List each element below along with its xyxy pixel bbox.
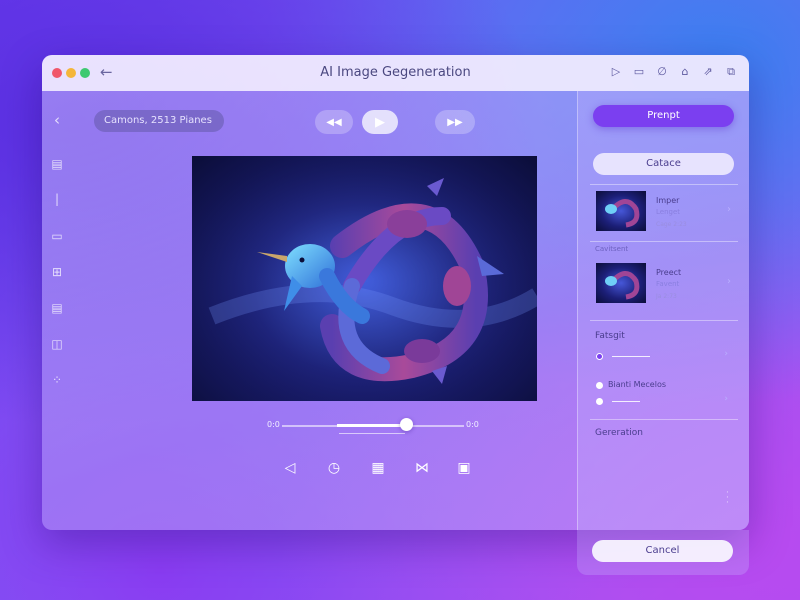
briefcase-icon[interactable]: ▭ [50,229,64,243]
option-slider[interactable] [612,401,640,402]
clock-icon[interactable]: ◷ [324,458,344,478]
result-card[interactable]: Imper Lenget Cage 2:23 › [593,186,734,236]
image-icon[interactable]: ◫ [50,337,64,351]
image-preview[interactable] [192,156,537,401]
export-icon[interactable]: ⧉ [725,65,737,79]
prompt-button[interactable]: Prenpt [593,105,734,127]
card-thumbnail [596,191,646,231]
generation-label: Gereration [595,428,644,438]
triangle-pointer-icon[interactable]: ◁ [280,458,300,478]
card-title: Preect [656,268,682,277]
option-radio[interactable] [596,382,603,389]
catalogue-button[interactable]: Catace [593,153,734,175]
timeline-scrubber[interactable] [400,418,413,431]
grid-tiles-icon[interactable]: ▦ [368,458,388,478]
share-icon[interactable]: ⇗ [702,65,714,79]
frame-icon[interactable]: ▣ [454,458,474,478]
more-dots-icon[interactable]: · · · [726,489,729,508]
chevron-right-icon[interactable]: › [724,349,728,359]
dots-grid-icon[interactable]: ⁘ [50,373,64,387]
play-outline-icon[interactable]: ▷ [610,65,622,79]
play-icon: ▶ [375,114,385,130]
paperclip-icon[interactable]: ∅ [656,65,668,79]
left-sidebar: ‹ ▤ | ▭ ⊞ ▤ ◫ ⁘ [42,91,72,530]
card-meta: Cage 2:23 [656,221,687,228]
page-icon[interactable]: ▤ [50,301,64,315]
chevron-right-icon[interactable]: › [727,204,731,215]
pen-icon[interactable]: | [50,192,64,206]
home-icon[interactable]: ⌂ [679,65,691,79]
rewind-button[interactable]: ◀◀ [315,110,353,134]
rewind-icon: ◀◀ [326,116,342,128]
option-label: Bianti Mecelos [608,380,667,389]
title-bar: ← AI Image Gegeneration ▷ ▭ ∅ ⌂ ⇗ ⧉ [42,55,749,91]
card-subtitle: Lenget [656,208,681,216]
selection-label[interactable]: Camons, 2513 Pianes [94,110,224,132]
timeline-underline [339,433,405,434]
clipboard-icon[interactable]: ▭ [633,65,645,79]
option-slider[interactable] [612,356,650,357]
card-thumbnail [596,263,646,303]
fast-forward-button[interactable]: ▶▶ [435,110,475,134]
toolbar-icons: ▷ ▭ ∅ ⌂ ⇗ ⧉ [610,65,737,79]
settings-label: Fatsgit [595,331,625,341]
result-card[interactable]: Preect Favent Ja 2:73 › [593,258,734,308]
time-start-label: 0:0 [267,420,280,429]
grid-icon[interactable]: ⊞ [50,265,64,279]
option-radio[interactable] [596,398,603,405]
fast-forward-icon: ▶▶ [447,116,463,128]
card-title: Imper [656,196,680,205]
right-panel: Prenpt Catace Imper Lenget Cage 2:23 › C… [577,91,749,530]
divider [590,320,738,321]
divider [590,419,738,420]
chevron-right-icon[interactable]: › [727,276,731,287]
share-nodes-icon[interactable]: ⋈ [412,458,432,478]
card-meta: Ja 2:73 [656,293,677,300]
app-window: ← AI Image Gegeneration ▷ ▭ ∅ ⌂ ⇗ ⧉ ‹ ▤ … [42,55,749,530]
option-radio-selected[interactable] [596,353,603,360]
chevron-left-icon[interactable]: ‹ [50,113,64,128]
timeline-progress [337,424,407,427]
divider [590,184,738,185]
document-icon[interactable]: ▤ [50,157,64,171]
cards-section-label: Cavitsent [595,245,629,253]
chevron-right-icon[interactable]: › [724,394,728,404]
divider [590,241,738,242]
time-end-label: 0:0 [466,420,479,429]
generated-image [192,156,537,401]
cancel-button[interactable]: Cancel [592,540,733,562]
card-subtitle: Favent [656,280,680,288]
play-button[interactable]: ▶ [362,110,398,134]
